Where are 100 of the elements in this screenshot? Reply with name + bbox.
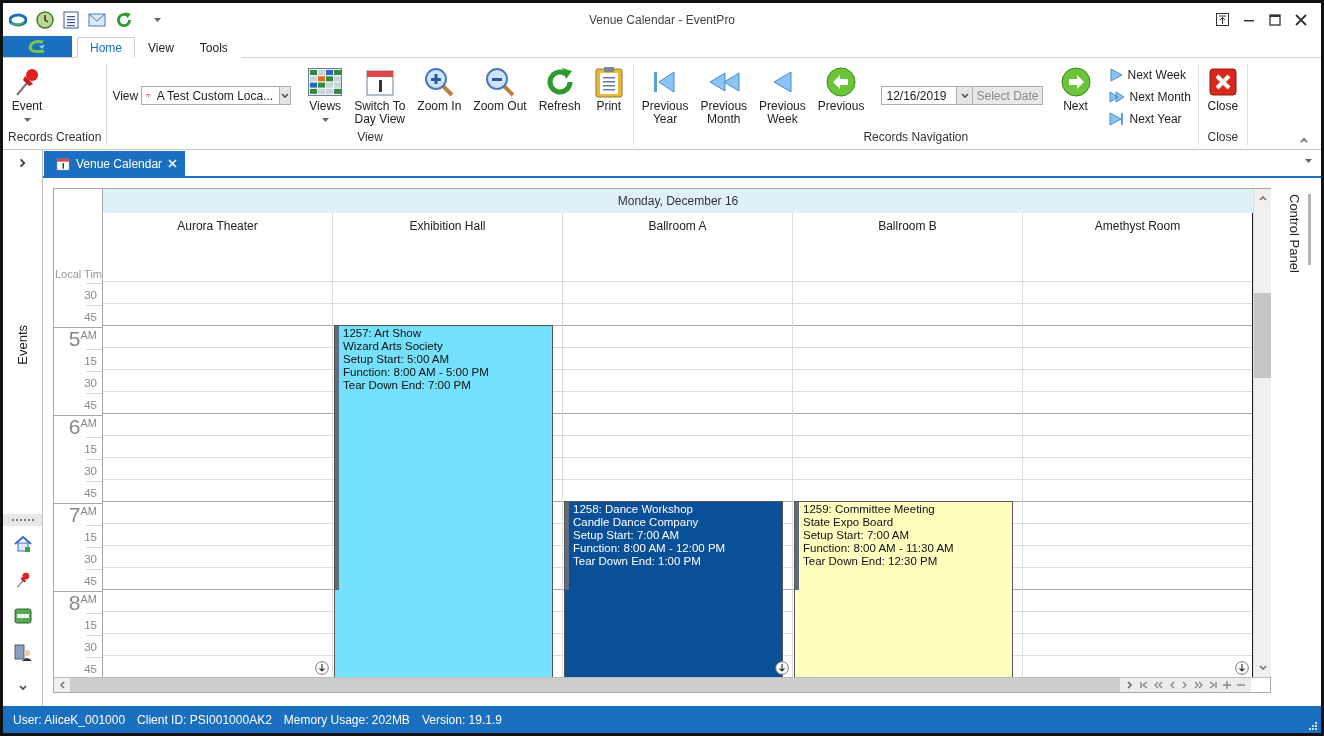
maximize-icon[interactable] — [1269, 13, 1281, 26]
ribbon-display-icon[interactable] — [1216, 13, 1229, 26]
home-icon[interactable] — [13, 535, 32, 553]
double-right-icon — [1108, 90, 1125, 104]
document-icon[interactable] — [63, 10, 79, 29]
panel-icon[interactable] — [13, 608, 32, 624]
refresh-icon — [115, 10, 133, 29]
ribbon-button[interactable]: Previous Week — [756, 64, 809, 126]
horizontal-scrollbar[interactable] — [54, 677, 1270, 692]
view-label: View — [112, 88, 139, 103]
ribbon-button[interactable]: Event — [8, 64, 46, 122]
event-setup: Setup Start: 7:00 AM — [803, 529, 911, 542]
customize-caret-icon — [154, 17, 161, 22]
status-text: Version: 19.1.9 — [421, 712, 502, 727]
ribbon-button[interactable]: Next Month — [1106, 86, 1193, 108]
minute-label: 45 — [84, 662, 97, 675]
arrow-left-icon — [826, 67, 857, 97]
add-icon[interactable] — [1222, 680, 1233, 690]
minute-label: 30 — [84, 376, 97, 389]
event-card[interactable]: 1258: Dance Workshop Candle Dance Company Setup Start: 7:00 AM Function: 8:00 AM - 12:00 PM Tear Down End: 1:00 PM — [564, 501, 783, 677]
ribbon-button[interactable]: Zoom In — [414, 64, 465, 113]
hour-label: 6 — [68, 416, 81, 437]
mail-icon[interactable] — [88, 12, 106, 27]
calendar-icon — [56, 156, 70, 171]
arrow-right-icon — [1060, 67, 1091, 97]
ribbon-button[interactable]: Refresh — [535, 64, 584, 113]
am-pm-label: AM — [80, 593, 97, 605]
scroll-thumb[interactable] — [1254, 293, 1271, 378]
event-title: 1258: Dance Workshop — [573, 503, 694, 516]
group-label: Records Creation — [8, 130, 102, 145]
minute-label: 30 — [84, 464, 97, 477]
building-person-icon[interactable] — [13, 643, 32, 661]
window-title: Venue Calendar - EventPro — [588, 13, 736, 27]
scroll-right-icon — [1124, 680, 1135, 690]
events-panel-tab[interactable]: Events — [15, 325, 30, 365]
more-events-icon[interactable] — [1235, 661, 1249, 675]
ribbon-tab[interactable]: Home — [77, 37, 135, 58]
minute-label: 15 — [84, 618, 97, 631]
prev-page-icon[interactable] — [1152, 680, 1163, 690]
triangle-right-icon — [1108, 68, 1123, 82]
view-select[interactable]: A Test Custom Loca... — [141, 86, 292, 105]
more-events-icon[interactable] — [315, 661, 329, 675]
next-page-icon[interactable] — [1194, 680, 1205, 690]
event-card[interactable]: 1259: Committee Meeting State Expo Board Setup Start: 7:00 AM Function: 8:00 AM - 11:30 AM Tear Down End: 12:30 PM — [794, 501, 1013, 677]
minute-label: 45 — [84, 486, 97, 499]
dropdown-caret-icon — [321, 118, 329, 122]
hour-label: 8 — [68, 592, 81, 613]
more-events-icon[interactable] — [775, 661, 789, 675]
event-teardown: Tear Down End: 1:00 PM — [573, 555, 702, 568]
control-panel-tab[interactable]: Control Panel — [1287, 194, 1302, 706]
clock-icon[interactable] — [36, 10, 54, 29]
ribbon-button[interactable]: Previous Year — [638, 64, 692, 126]
event-title: 1257: Art Show — [343, 327, 422, 340]
application-menu-button[interactable] — [3, 36, 72, 57]
chevron-down-icon — [959, 90, 970, 101]
app-logo-icon[interactable] — [9, 12, 27, 27]
grip-icon[interactable] — [11, 518, 34, 522]
event-function: Function: 8:00 AM - 11:30 AM — [803, 542, 955, 555]
minute-label: 15 — [84, 530, 97, 543]
calendar-icon — [364, 67, 395, 97]
triangle-left-icon — [771, 68, 794, 96]
group-label: Records Navigation — [862, 130, 970, 145]
close-tab-icon[interactable] — [168, 159, 178, 168]
event-card[interactable]: 1257: Art Show Wizard Arts Society Setup Start: 5:00 AM Function: 8:00 AM - 5:00 PM Tear Down End: 7:00 PM — [334, 325, 553, 677]
zoom-in-icon — [423, 66, 456, 98]
first-page-icon[interactable] — [1138, 680, 1149, 690]
ribbon-button[interactable]: Next — [1056, 64, 1095, 113]
close-icon — [1208, 68, 1237, 96]
group-label: View — [356, 130, 384, 145]
close-icon[interactable] — [1295, 13, 1307, 26]
scroll-up-icon — [1257, 193, 1268, 203]
event-setup: Setup Start: 7:00 AM — [573, 529, 681, 542]
ribbon-button[interactable]: Print — [589, 64, 628, 113]
ribbon-button[interactable]: Switch To Day View — [351, 64, 409, 126]
ribbon-button[interactable]: Views — [305, 64, 346, 122]
ribbon-button[interactable]: Previous Month — [697, 64, 751, 126]
document-tab[interactable]: Venue Calendar — [44, 151, 186, 176]
ribbon-button[interactable]: Zoom Out — [470, 64, 530, 113]
date-dropdown-button[interactable] — [956, 87, 973, 104]
ribbon-button[interactable]: Next Week — [1106, 64, 1193, 86]
minute-label: 45 — [84, 398, 97, 411]
dropdown-caret-icon — [23, 118, 31, 122]
am-pm-label: AM — [80, 329, 97, 341]
group-label: Close — [1206, 130, 1240, 145]
vertical-scrollbar[interactable] — [1253, 189, 1271, 677]
minute-label: 15 — [84, 354, 97, 367]
scroll-down-icon — [1257, 663, 1268, 673]
grid-icon — [308, 68, 343, 96]
resize-grip-icon[interactable] — [1307, 720, 1317, 730]
hour-label: 7 — [68, 504, 81, 525]
ribbon-button[interactable]: Next Year — [1106, 108, 1193, 130]
hour-label: 5 — [68, 328, 81, 349]
ribbon-button[interactable]: Previous — [814, 64, 868, 113]
minute-label: 45 — [84, 310, 97, 323]
zoom-out-icon — [484, 66, 516, 98]
last-page-icon[interactable] — [1208, 680, 1219, 690]
minute-label: 45 — [84, 574, 97, 587]
ribbon-button[interactable]: Close — [1203, 64, 1242, 113]
collapse-ribbon-icon — [1299, 135, 1309, 145]
am-pm-label: AM — [80, 417, 97, 429]
